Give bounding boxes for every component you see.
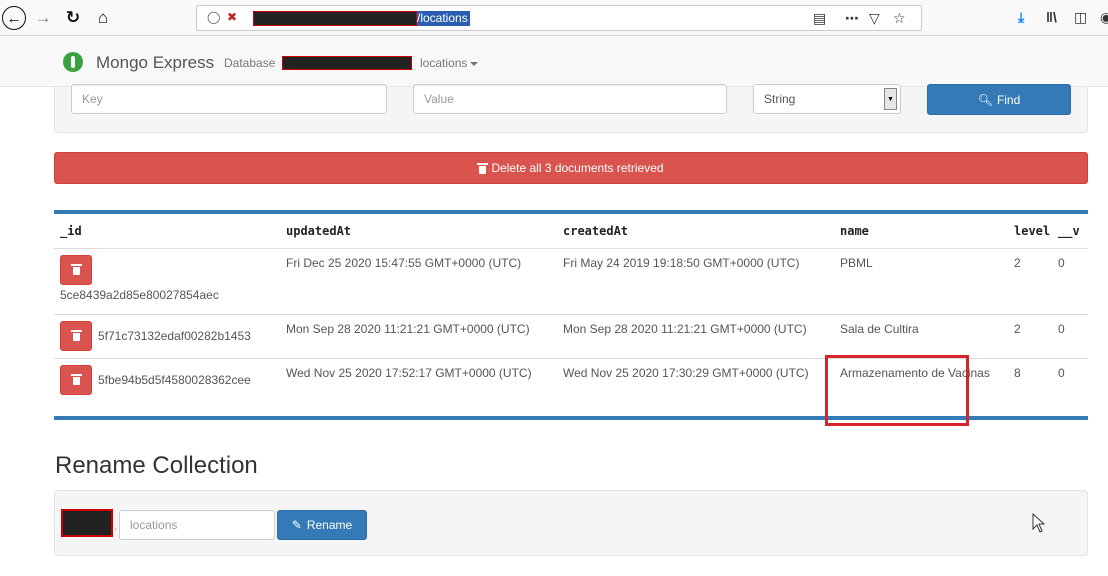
trash-icon — [70, 264, 82, 275]
column-header-id: _id — [54, 214, 280, 249]
forward-icon[interactable]: → — [32, 6, 54, 30]
find-button-label: Find — [996, 92, 1021, 107]
document-id-link[interactable]: 5fbe94b5d5f4580028362cee — [98, 373, 251, 387]
brand-name[interactable]: Mongo Express — [96, 53, 214, 73]
delete-all-label: Delete all 3 documents retrieved — [491, 161, 664, 175]
updatedat-cell: Fri Dec 25 2020 15:47:55 GMT+0000 (UTC) — [280, 247, 557, 314]
database-name-redaction — [61, 509, 113, 537]
shield-icon[interactable]: ◯ — [207, 10, 220, 24]
dropdown-arrow-icon[interactable]: ▼ — [884, 88, 897, 110]
version-cell: 0 — [1052, 247, 1088, 314]
document-id-link[interactable]: 5f71c73132edaf00282b1453 — [98, 329, 251, 343]
column-header-createdat: createdAt — [557, 214, 834, 249]
account-icon[interactable]: ◉ — [1100, 9, 1108, 26]
reload-icon[interactable]: ↻ — [62, 6, 84, 30]
version-cell: 0 — [1052, 313, 1088, 358]
table-row[interactable]: 5f71c73132edaf00282b1453 Mon Sep 28 2020… — [54, 313, 1088, 358]
updatedat-cell: Mon Sep 28 2020 11:21:21 GMT+0000 (UTC) — [280, 313, 557, 358]
column-header-v: __v — [1052, 214, 1088, 249]
url-redaction — [253, 11, 417, 26]
download-icon[interactable]: ⤓ — [1018, 9, 1024, 26]
database-name-redaction — [282, 56, 412, 70]
home-icon[interactable]: ⌂ — [92, 6, 114, 30]
type-select[interactable]: String ▼ — [753, 84, 901, 114]
level-cell: 8 — [1008, 357, 1052, 416]
rename-button[interactable]: ✎ Rename — [277, 510, 367, 540]
library-icon[interactable]: ‖\ — [1046, 9, 1057, 25]
url-bar[interactable]: ◯ ✖ /locations ▤ ⋯ ▽ ☆ — [196, 5, 922, 31]
browser-toolbar: ← → ↻ ⌂ ◯ ✖ /locations ▤ ⋯ ▽ ☆ ⤓ ‖\ ◫ ◉ — [0, 0, 1108, 36]
name-cell: Sala de Cultira — [834, 313, 1008, 358]
pocket-icon[interactable]: ▽ — [869, 10, 880, 27]
mouse-cursor-icon — [1032, 513, 1046, 533]
id-cell: 5fbe94b5d5f4580028362cee — [54, 357, 280, 416]
delete-document-button[interactable] — [60, 254, 92, 285]
name-separator: . — [114, 519, 118, 533]
table-row[interactable]: 5ce8439a2d85e80027854aec Fri Dec 25 2020… — [54, 247, 1088, 314]
createdat-cell: Mon Sep 28 2020 11:21:21 GMT+0000 (UTC) — [557, 313, 834, 358]
column-header-updatedat: updatedAt — [280, 214, 557, 249]
sidebar-icon[interactable]: ◫ — [1074, 9, 1087, 26]
level-cell: 2 — [1008, 247, 1052, 314]
rename-panel: . locations ✎ Rename — [54, 490, 1088, 556]
delete-all-button[interactable]: Delete all 3 documents retrieved — [54, 152, 1088, 184]
search-icon: 🔍︎ — [977, 92, 993, 107]
trash-icon — [70, 374, 82, 385]
value-input[interactable]: Value — [413, 84, 727, 114]
trash-icon — [70, 330, 82, 341]
more-icon[interactable]: ⋯ — [845, 10, 859, 27]
rename-input[interactable]: locations — [119, 510, 275, 540]
createdat-cell: Fri May 24 2019 19:18:50 GMT+0000 (UTC) — [557, 247, 834, 314]
annotation-highlight-box — [825, 355, 969, 426]
delete-document-button[interactable] — [60, 320, 92, 351]
id-cell: 5f71c73132edaf00282b1453 — [54, 313, 280, 358]
star-icon[interactable]: ☆ — [893, 10, 906, 27]
createdat-cell: Wed Nov 25 2020 17:30:29 GMT+0000 (UTC) — [557, 357, 834, 416]
version-cell: 0 — [1052, 357, 1088, 416]
table-header-row: _id updatedAt createdAt name level __v — [54, 214, 1088, 249]
collection-dropdown[interactable]: locations — [420, 56, 479, 70]
chevron-down-icon — [470, 61, 479, 66]
database-label[interactable]: Database — [224, 56, 275, 70]
column-header-name: name — [834, 214, 1008, 249]
document-id-link[interactable]: 5ce8439a2d85e80027854aec — [60, 287, 274, 303]
find-button[interactable]: 🔍︎ Find — [927, 84, 1071, 115]
back-icon[interactable]: ← — [2, 6, 26, 30]
reader-icon[interactable]: ▤ — [813, 10, 826, 27]
trash-icon — [477, 162, 489, 174]
lock-slash-icon[interactable]: ✖ — [227, 10, 237, 24]
level-cell: 2 — [1008, 313, 1052, 358]
search-panel: Key Value String ▼ 🔍︎ Find — [54, 84, 1088, 133]
collection-dropdown-label: locations — [420, 56, 468, 70]
key-input[interactable]: Key — [71, 84, 387, 114]
id-cell: 5ce8439a2d85e80027854aec — [54, 247, 280, 314]
type-select-value: String — [764, 92, 796, 106]
mongo-leaf-icon — [63, 52, 83, 72]
column-header-level: level — [1008, 214, 1052, 249]
pencil-icon: ✎ — [291, 518, 302, 532]
app-navbar: Mongo Express Database locations — [0, 37, 1108, 87]
rename-button-label: Rename — [306, 518, 353, 532]
url-path[interactable]: /locations — [417, 11, 470, 26]
name-cell: PBML — [834, 247, 1008, 314]
delete-document-button[interactable] — [60, 364, 92, 395]
updatedat-cell: Wed Nov 25 2020 17:52:17 GMT+0000 (UTC) — [280, 357, 557, 416]
rename-collection-heading: Rename Collection — [55, 452, 258, 479]
